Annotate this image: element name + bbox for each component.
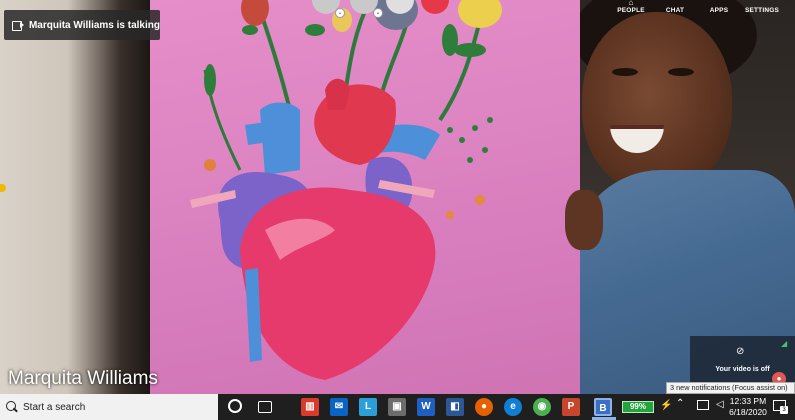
edge-icon[interactable]: e [504,398,522,416]
action-center-icon[interactable]: 3 [770,398,788,414]
person-hand [565,190,603,250]
nav-chat-label: CHAT [665,7,685,14]
bluejeans-icon[interactable]: B [594,398,612,416]
apps-icon [694,0,744,7]
battery-indicator[interactable]: 99% [622,401,654,413]
settings-icon [738,0,786,7]
firefox-icon[interactable]: ● [475,398,493,416]
word-icon[interactable]: W [417,398,435,416]
office-icon[interactable]: ▥ [301,398,319,416]
nav-chat[interactable]: CHAT [650,0,700,16]
notification-tooltip: 3 new notifications (Focus assist on) [666,382,795,394]
teams-icon[interactable]: ◧ [446,398,464,416]
nav-apps-label: APPS [709,7,729,14]
nav-people-label: PEOPLE [617,7,645,14]
clock-date: 6/18/2020 [729,407,767,417]
nav-settings[interactable]: SETTINGS [738,0,786,16]
lync-icon[interactable]: L [359,398,377,416]
chevron-down-icon[interactable]: ⌄ [373,8,383,18]
heart-painting [150,0,580,394]
cortana-icon[interactable] [228,399,242,413]
search-placeholder: Start a search [23,401,86,413]
taskbar-search[interactable]: Start a search [0,394,218,420]
volume-icon[interactable]: ◁ [716,399,724,410]
chevron-down-icon[interactable]: ⌄ [335,8,345,18]
camera-icon [12,20,24,31]
clock[interactable]: 12:33 PM 6/18/2020 [728,396,768,418]
talking-indicator: Marquita Williams is talking [4,10,160,40]
powerpoint-icon[interactable]: P [562,398,580,416]
person-eye-left [612,68,638,76]
camera-off-icon: ⊘ [736,346,745,357]
chat-icon [650,0,700,7]
video-feed [0,0,795,394]
clock-time: 12:33 PM [729,396,767,406]
task-view-icon[interactable] [258,401,272,413]
person-face [582,12,732,192]
notification-count: 3 [780,406,788,414]
chrome-icon[interactable]: ◉ [533,398,551,416]
store-icon[interactable]: ▣ [388,398,406,416]
network-icon[interactable] [697,400,709,410]
search-icon [5,400,19,414]
person-eye-right [668,68,694,76]
power-plug-icon[interactable]: ⚡ [660,400,672,411]
talking-indicator-text: Marquita Williams is talking [28,19,160,31]
background-wall [0,0,150,394]
people-icon: ⌂ [628,0,634,7]
nav-people[interactable]: ⌂ PEOPLE [606,0,656,16]
tray-expand-icon[interactable]: ⌃ [676,398,684,409]
speaker-name-label: Marquita Williams [8,368,158,389]
signal-icon: ◢ [781,339,788,348]
nav-settings-label: SETTINGS [744,7,780,14]
mail-icon[interactable]: ✉ [330,398,348,416]
heart-painting-art [190,0,502,380]
nav-apps[interactable]: APPS [694,0,744,16]
taskbar: Start a search ▥ ✉ L ▣ W ◧ ● e ◉ P B 99%… [0,394,795,420]
